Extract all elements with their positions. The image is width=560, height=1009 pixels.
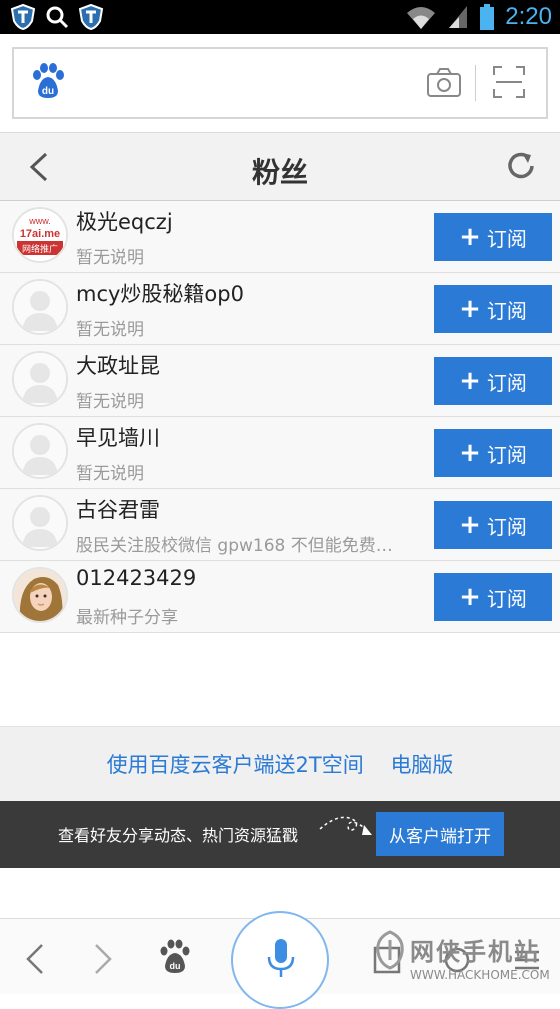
svg-text:du: du [42,86,54,97]
page-title: 粉丝 [251,156,308,189]
watermark-title: 网侠手机站 [410,938,540,966]
svg-text:网络推广: 网络推广 [22,243,58,255]
default-avatar-icon [14,281,66,333]
shield-icon [10,3,36,31]
status-bar: 2:20 [0,0,560,34]
fan-desc: 暂无说明 [76,392,144,412]
fan-name: 012423429 [76,566,197,590]
back-icon[interactable] [22,941,46,977]
list-item[interactable]: www. 17ai.me 网络推广 极光eqczj 暂无说明 + 订阅 [0,201,560,273]
shield-icon [78,3,104,31]
svg-text:www.: www. [28,216,51,226]
fan-name: mcy炒股秘籍op0 [76,282,244,306]
avatar [12,423,68,479]
fans-list: www. 17ai.me 网络推广 极光eqczj 暂无说明 + 订阅 mcy炒股… [0,201,560,633]
watermark-logo-icon [376,930,404,970]
default-avatar-icon [14,497,66,549]
battery-icon [480,4,495,30]
fan-name: 早见墙川 [76,426,160,450]
subscribe-button[interactable]: + 订阅 [434,501,552,549]
subscribe-label: 订阅 [486,370,527,395]
plus-icon: + [459,294,481,324]
search-icon [46,6,69,29]
watermark: 网侠手机站 WWW.HACKHOME.COM [370,928,560,994]
search-area: du [0,34,560,132]
forward-icon[interactable] [92,941,116,977]
default-avatar-icon [14,425,66,477]
fan-name: 古谷君雷 [76,498,160,522]
subscribe-button[interactable]: + 订阅 [434,357,552,405]
client-promo-link[interactable]: 使用百度云客户端送2T空间 [107,753,364,777]
subscribe-label: 订阅 [486,226,527,251]
list-item[interactable]: 古谷君雷 股民关注股校微信 gpw168 不但能免费… + 订阅 [0,489,560,561]
subscribe-label: 订阅 [486,298,527,323]
plus-icon: + [459,510,481,540]
avatar: www. 17ai.me 网络推广 [12,207,68,263]
banner-text: 查看好友分享动态、热门资源猛戳 [58,826,299,845]
signal-icon [449,6,468,28]
subscribe-label: 订阅 [486,442,527,467]
fan-desc: 最新种子分享 [76,608,178,628]
subscribe-label: 订阅 [486,586,527,611]
subscribe-button[interactable]: + 订阅 [434,213,552,261]
default-avatar-icon [14,353,66,405]
plus-icon: + [459,366,481,396]
pc-version-link[interactable]: 电脑版 [390,753,453,777]
camera-icon[interactable] [426,67,462,99]
dashed-arrow-icon [319,816,372,835]
avatar [12,279,68,335]
avatar [12,567,68,623]
microphone-icon [267,939,295,977]
plus-icon: + [459,438,481,468]
fan-name: 大政址昆 [76,354,160,378]
baidu-paw-icon: du [33,63,64,98]
plus-icon: + [459,582,481,612]
baidu-home-icon[interactable]: du [158,939,192,975]
fan-desc: 暂无说明 [76,464,144,484]
search-input[interactable]: du [12,47,548,119]
subscribe-button[interactable]: + 订阅 [434,573,552,621]
search-divider [475,65,476,101]
list-item[interactable]: mcy炒股秘籍op0 暂无说明 + 订阅 [0,273,560,345]
status-time: 2:20 [505,3,552,30]
fan-desc: 股民关注股校微信 gpw168 不但能免费… [76,536,393,556]
list-item[interactable]: 早见墙川 暂无说明 + 订阅 [0,417,560,489]
svg-text:du: du [170,961,181,971]
scan-icon[interactable] [492,65,526,99]
plus-icon: + [459,222,481,252]
fan-name: 极光eqczj [76,210,173,234]
app-banner: 查看好友分享动态、热门资源猛戳 从客户端打开 [0,801,560,868]
wifi-icon [407,7,436,29]
subscribe-button[interactable]: + 订阅 [434,429,552,477]
fan-desc: 暂无说明 [76,248,144,268]
list-item[interactable]: 大政址昆 暂无说明 + 订阅 [0,345,560,417]
list-item[interactable]: 012423429 最新种子分享 + 订阅 [0,561,560,633]
avatar [12,351,68,407]
svg-text:17ai.me: 17ai.me [20,228,60,240]
title-bar: 粉丝 [0,132,560,201]
voice-search-button[interactable] [231,911,329,1009]
promo-bar: 使用百度云客户端送2T空间 电脑版 [0,726,560,801]
watermark-url: WWW.HACKHOME.COM [410,968,550,982]
photo-avatar [14,569,66,621]
avatar [12,495,68,551]
site-logo-avatar: www. 17ai.me 网络推广 [14,209,66,261]
refresh-icon[interactable] [504,149,538,183]
subscribe-label: 订阅 [486,514,527,539]
subscribe-button[interactable]: + 订阅 [434,285,552,333]
fan-desc: 暂无说明 [76,320,144,340]
open-in-client-button[interactable]: 从客户端打开 [376,812,504,856]
